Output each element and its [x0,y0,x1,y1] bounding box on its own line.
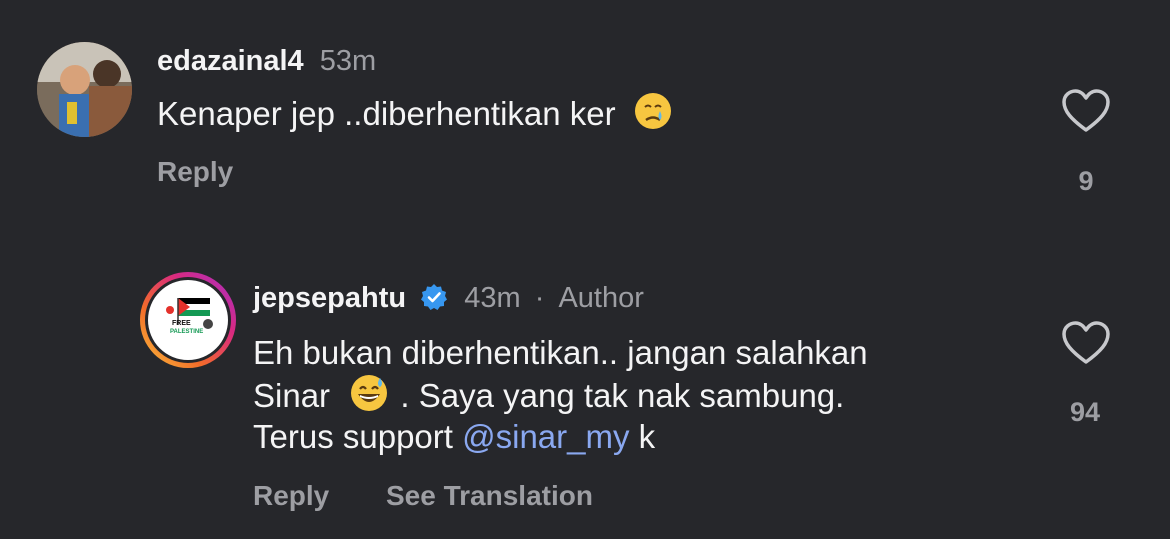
avatar-image: FREE PALESTINE [148,280,228,360]
separator: · [534,282,545,314]
avatar-text-palestine: PALESTINE [170,329,204,335]
comment-line-1: Eh bukan diberhentikan.. jangan salahkan [253,334,868,371]
mention-link[interactable]: @sinar_my [462,418,629,455]
like-count: 9 [1078,166,1094,196]
crying-face-emoji [634,93,671,129]
grinning-sweat-emoji [351,375,388,411]
timestamp: 43m [464,282,521,314]
author-label: Author [558,282,644,314]
comment-text-segment: Sinar [253,377,331,414]
avatar-inner: FREE PALESTINE [145,277,231,363]
verified-badge-icon [421,284,448,310]
username[interactable]: edazainal4 [157,45,304,77]
username[interactable]: jepsepahtu [253,282,406,314]
comment-text: Kenaper jep ..diberhentikan ker [157,91,673,134]
avatar[interactable] [37,42,132,137]
comment-text-content: Kenaper jep ..diberhentikan ker [157,95,616,132]
like-count: 94 [1069,397,1101,427]
reply-button[interactable]: Reply [157,156,233,188]
comment-text: Eh bukan diberhentikan.. jangan salahkan… [253,332,1033,457]
comment-line-2: Sinar . Saya yang tak nak sambung. [253,373,1033,416]
comment-line-3: Terus support @sinar_my k [253,416,1033,457]
comment-text-segment: Terus support [253,418,463,455]
reply-button[interactable]: Reply [253,480,329,512]
heart-icon[interactable] [1061,321,1111,365]
see-translation-button[interactable]: See Translation [386,480,593,512]
comment-text-segment: k [629,418,656,455]
avatar-text-free: FREE [172,320,191,327]
comment-text-segment: . Saya yang tak nak sambung. [400,377,845,414]
avatar-photo [37,42,132,137]
comment-header: jepsepahtu 43m · Author [253,282,644,315]
heart-icon[interactable] [1061,89,1111,133]
comment-header: edazainal4 53m [157,45,376,78]
timestamp: 53m [319,45,377,77]
avatar[interactable]: FREE PALESTINE [140,272,236,368]
